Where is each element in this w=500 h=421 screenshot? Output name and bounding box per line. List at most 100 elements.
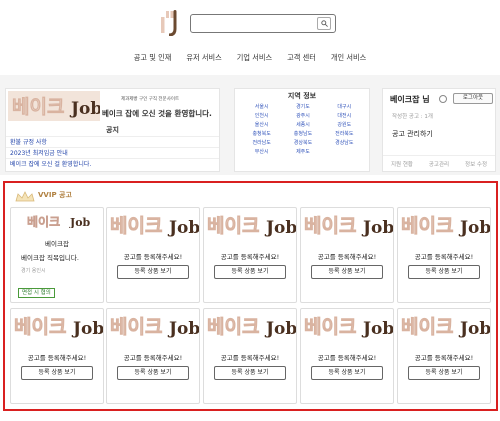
svg-text:베이크: 베이크	[207, 215, 259, 237]
region-link[interactable]: 강원도	[324, 121, 365, 129]
notice-list: 환불 규정 사항 2023년 최저임금 안내 베이크 잡에 오신 걸 환영합니다…	[6, 136, 219, 169]
region-grid: 서울시 경기도 대구시 인천시 광주시 대전시 울산시 세종시 강원도 충청북도…	[241, 103, 365, 156]
search-icon	[320, 20, 328, 27]
empty-card-text: 공고를 등록해주세요!	[220, 253, 280, 261]
manage-postings-link[interactable]: 공고 관리하기	[392, 129, 433, 139]
region-link[interactable]: 대전시	[324, 112, 365, 120]
region-link[interactable]: 인천시	[241, 112, 282, 120]
gear-icon[interactable]	[439, 95, 447, 103]
svg-text:베이크: 베이크	[27, 214, 60, 228]
search-input[interactable]	[194, 17, 312, 30]
region-link[interactable]: 충청북도	[241, 130, 282, 138]
empty-job-card: 베이크 Job 공고를 등록해주세요! 등록 상품 보기	[10, 308, 104, 404]
bakejob-brand-logo: 베이크 Job	[401, 316, 490, 338]
bakejob-logo-icon[interactable]	[160, 10, 182, 36]
region-link[interactable]: 광주시	[282, 112, 323, 120]
empty-card-text: 공고를 등록해주세요!	[123, 354, 183, 362]
region-link[interactable]: 경상북도	[282, 139, 323, 147]
region-link[interactable]: 울산시	[241, 121, 282, 129]
bakejob-brand-logo: 베이크 Job	[304, 316, 393, 338]
svg-text:베이크: 베이크	[401, 316, 453, 338]
user-link-edit-info[interactable]: 정보 수정	[465, 160, 487, 168]
view-products-button[interactable]: 등록 상품 보기	[214, 366, 286, 380]
search-button[interactable]	[317, 17, 331, 30]
empty-card-text: 공고를 등록해주세요!	[414, 354, 474, 362]
salary-badge: 면접 시 협의	[18, 288, 55, 298]
region-link[interactable]: 부산시	[241, 148, 282, 156]
bakejob-brand-logo: 베이크 Job	[207, 215, 296, 237]
region-link[interactable]: 전라북도	[324, 130, 365, 138]
promo-banner: 베이크 Job 제과제빵 구인 구직 전문사이트 베이크 잡에 오신 것을 환영…	[6, 89, 219, 123]
empty-job-card: 베이크 Job 공고를 등록해주세요! 등록 상품 보기	[300, 308, 394, 404]
region-info-box: 지역 정보 서울시 경기도 대구시 인천시 광주시 대전시 울산시 세종시 강원…	[234, 88, 370, 172]
svg-text:베이크: 베이크	[14, 316, 66, 338]
region-link[interactable]: 서울시	[241, 103, 282, 111]
svg-text:Job: Job	[361, 218, 393, 237]
bakejob-brand-logo: 베이크 Job	[14, 316, 103, 338]
svg-text:Job: Job	[69, 216, 91, 228]
notice-item[interactable]: 베이크 잡에 오신 걸 환영합니다.	[6, 158, 219, 169]
svg-text:Job: Job	[69, 99, 100, 119]
promo-notice-box: 베이크 Job 제과제빵 구인 구직 전문사이트 베이크 잡에 오신 것을 환영…	[5, 88, 220, 172]
logout-button[interactable]: 로그아웃	[453, 93, 493, 104]
empty-job-card: 베이크 Job 공고를 등록해주세요! 등록 상품 보기	[397, 308, 491, 404]
svg-text:베이크: 베이크	[110, 316, 162, 338]
region-link[interactable]: 대구시	[324, 103, 365, 111]
nav-item-jobs[interactable]: 공고 및 인재	[134, 53, 172, 63]
promo-welcome: 베이크 잡에 오신 것을 환영합니다.	[102, 109, 212, 118]
posted-count: 작성한 공고 : 1개	[392, 114, 433, 120]
nav-item-user-service[interactable]: 유저 서비스	[186, 53, 221, 63]
view-products-button[interactable]: 등록 상품 보기	[311, 366, 383, 380]
empty-card-text: 공고를 등록해주세요!	[27, 354, 87, 362]
empty-job-card: 베이크 Job 공고를 등록해주세요! 등록 상품 보기	[203, 308, 297, 404]
svg-text:Job: Job	[264, 218, 296, 237]
promo-tagline: 제과제빵 구인 구직 전문사이트	[121, 97, 180, 102]
view-products-button[interactable]: 등록 상품 보기	[21, 366, 93, 380]
job-card[interactable]: 베이크 Job 베이크잡 베이크잡 직목입니다. 경기 용인시 면접 시 협의	[10, 207, 104, 303]
region-link[interactable]: 경상남도	[324, 139, 365, 147]
svg-text:Job: Job	[71, 319, 103, 338]
region-link[interactable]: 제주도	[282, 148, 323, 156]
bakejob-brand-logo: 베이크 Job	[110, 215, 199, 237]
nav-item-company-service[interactable]: 기업 서비스	[237, 53, 272, 63]
region-link[interactable]: 세종시	[282, 121, 323, 129]
notice-item[interactable]: 2023년 최저임금 안내	[6, 147, 219, 158]
notice-item[interactable]: 환불 규정 사항	[6, 136, 219, 147]
user-link-applications[interactable]: 지원 현황	[391, 160, 413, 168]
empty-card-text: 공고를 등록해주세요!	[414, 253, 474, 261]
empty-card-text: 공고를 등록해주세요!	[220, 354, 280, 362]
svg-text:베이크: 베이크	[207, 316, 259, 338]
view-products-button[interactable]: 등록 상품 보기	[117, 366, 189, 380]
region-link[interactable]: 충청남도	[282, 130, 323, 138]
svg-text:Job: Job	[264, 319, 296, 338]
bakejob-brand-logo: 베이크 Job	[401, 215, 490, 237]
user-link-manage[interactable]: 공고관리	[429, 160, 449, 168]
svg-text:Job: Job	[458, 218, 490, 237]
region-link[interactable]: 경기도	[282, 103, 323, 111]
view-products-button[interactable]: 등록 상품 보기	[117, 265, 189, 279]
view-products-button[interactable]: 등록 상품 보기	[214, 265, 286, 279]
svg-text:Job: Job	[167, 319, 199, 338]
nav-item-personal[interactable]: 개인 서비스	[331, 53, 366, 63]
notice-title: 공지	[106, 126, 119, 134]
empty-job-card: 베이크 Job 공고를 등록해주세요! 등록 상품 보기	[106, 308, 200, 404]
svg-text:Job: Job	[361, 319, 393, 338]
view-products-button[interactable]: 등록 상품 보기	[311, 265, 383, 279]
empty-job-card: 베이크 Job 공고를 등록해주세요! 등록 상품 보기	[106, 207, 200, 303]
svg-text:베이크: 베이크	[110, 215, 162, 237]
bakejob-brand-logo: 베이크 Job	[110, 316, 199, 338]
empty-job-card: 베이크 Job 공고를 등록해주세요! 등록 상품 보기	[397, 207, 491, 303]
user-name: 베이크잡 님	[390, 95, 430, 104]
svg-text:베이크: 베이크	[304, 316, 356, 338]
view-products-button[interactable]: 등록 상품 보기	[408, 366, 480, 380]
vvip-section: VVIP 공고 베이크 Job 베이크잡 베이크잡 직목입니다. 경기 용인시 …	[3, 181, 498, 411]
empty-card-text: 공고를 등록해주세요!	[317, 354, 377, 362]
svg-text:베이크: 베이크	[12, 96, 64, 118]
nav-item-support[interactable]: 고객 센터	[287, 53, 316, 63]
view-products-button[interactable]: 등록 상품 보기	[408, 265, 480, 279]
region-link[interactable]: 전라남도	[241, 139, 282, 147]
svg-text:Job: Job	[458, 319, 490, 338]
empty-card-text: 공고를 등록해주세요!	[123, 253, 183, 261]
user-links: 지원 현황 공고관리 정보 수정	[383, 155, 495, 168]
empty-job-card: 베이크 Job 공고를 등록해주세요! 등록 상품 보기	[300, 207, 394, 303]
